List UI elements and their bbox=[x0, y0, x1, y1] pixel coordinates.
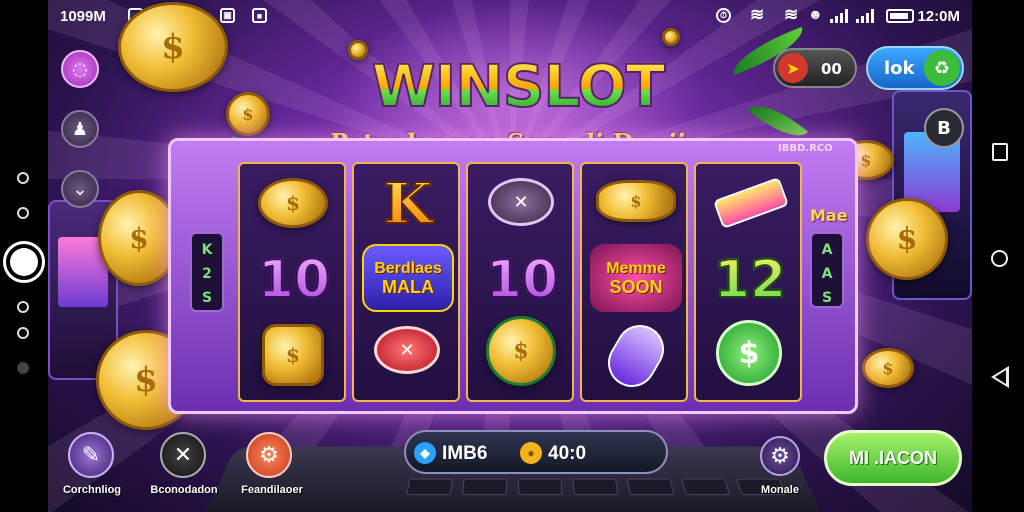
battery-icon bbox=[886, 9, 914, 23]
reel-4: $ Memme SOON bbox=[580, 162, 688, 402]
gold-bell-symbol: $ bbox=[262, 324, 324, 386]
score-pill[interactable]: ➤ 00 bbox=[773, 48, 857, 88]
bottom-label-3: Feandilaoer bbox=[241, 484, 303, 496]
close-icon: ✕ bbox=[173, 442, 193, 468]
reel-badge-symbol: Memme SOON bbox=[590, 244, 682, 312]
roulette-coin-symbol: $ bbox=[486, 316, 556, 386]
badge-line: Memme bbox=[606, 260, 666, 277]
camera-mode-dot[interactable] bbox=[17, 301, 29, 313]
user-icon: ☻ bbox=[808, 6, 823, 22]
wifi-icon-2: ≋ bbox=[784, 5, 799, 24]
reel-number-symbol: 12 bbox=[710, 248, 790, 312]
profile-button[interactable]: ♟ bbox=[61, 110, 99, 148]
reel-number-symbol: 10 bbox=[254, 248, 334, 312]
gold-coin-decor: $ bbox=[866, 198, 948, 280]
gold-stack-symbol: $ bbox=[596, 180, 676, 222]
bottom-button-2[interactable]: ✕ bbox=[160, 432, 206, 478]
strip-item: A bbox=[821, 242, 833, 258]
phone-nav-bar bbox=[972, 0, 1024, 512]
badge-line: SOON bbox=[609, 277, 663, 297]
left-payline-strip: K 2 S bbox=[190, 232, 224, 312]
camera-mode-dot[interactable] bbox=[17, 327, 29, 339]
reel-1: $ 10 $ bbox=[238, 162, 346, 402]
home-button[interactable] bbox=[991, 250, 1008, 267]
gold-coin-decor bbox=[662, 28, 680, 46]
camera-mode-dot[interactable] bbox=[17, 207, 29, 219]
back-button[interactable] bbox=[991, 366, 1009, 388]
reel-5: 12 $ bbox=[694, 162, 802, 402]
right-payline-strip: A A S bbox=[810, 232, 844, 308]
camera-mode-dot[interactable] bbox=[17, 362, 29, 374]
strip-item: 2 bbox=[202, 266, 212, 282]
chevron-down-icon: ⌄ bbox=[72, 178, 88, 200]
strip-item: S bbox=[821, 290, 833, 306]
right-strip-top-text: Mae bbox=[810, 206, 848, 225]
book-icon: B bbox=[937, 117, 951, 139]
gold-coin-decor: $ bbox=[226, 92, 270, 136]
signal-icon bbox=[830, 9, 848, 23]
frame-label: IBBD.RCO bbox=[778, 143, 833, 154]
menu-button[interactable]: B bbox=[924, 108, 964, 148]
green-dollar-coin-symbol: $ bbox=[716, 320, 782, 386]
balance-pill: ◆ IMB6 ● 40:0 bbox=[404, 430, 668, 474]
gear-icon: ⚙ bbox=[259, 442, 279, 468]
coin-icon: ● bbox=[520, 442, 542, 464]
red-chip-symbol: ✕ bbox=[374, 326, 440, 374]
reel-letter-symbol: K bbox=[368, 170, 448, 238]
gold-coin-decor: $ bbox=[118, 2, 228, 92]
bottom-label-2: Bconodadon bbox=[150, 484, 218, 496]
badge-line: Berdlaes bbox=[374, 260, 442, 277]
alarm-icon: ⏱ bbox=[716, 8, 731, 23]
reel-number-symbol: 10 bbox=[482, 248, 562, 312]
gold-coin-decor: $ bbox=[862, 348, 914, 388]
bottom-label-1: Corchnliog bbox=[62, 484, 122, 496]
bottom-button-3[interactable]: ⚙ bbox=[246, 432, 292, 478]
status-clock: 12:0M bbox=[917, 8, 960, 25]
gold-bar-symbol bbox=[712, 176, 790, 230]
reel-3: ✕ 10 $ bbox=[466, 162, 574, 402]
strip-item: A bbox=[821, 266, 833, 282]
dropdown-button[interactable]: ⌄ bbox=[61, 170, 99, 208]
recycle-icon: ♻ bbox=[924, 50, 960, 86]
dark-chip-symbol: ✕ bbox=[488, 178, 554, 226]
bottom-label-4: Monale bbox=[761, 484, 799, 496]
bottom-button-1[interactable]: ✎ bbox=[68, 432, 114, 478]
image-icon: ▣ bbox=[220, 8, 235, 23]
camera-mode-dot[interactable] bbox=[17, 172, 29, 184]
spin-button[interactable]: MI .IACON bbox=[824, 430, 962, 486]
ok-label: lok bbox=[884, 58, 915, 79]
score-value: 00 bbox=[821, 60, 842, 78]
bottom-button-4[interactable]: ⚙ bbox=[760, 436, 800, 476]
reel-badge-symbol: Berdlaes MALA bbox=[362, 244, 454, 312]
game-screen: 1099M ● ◢ ↻ ▣ ■ ⏱ ≋ ≋ ☻ 12:0M ◌ ♟ ⌄ $ $ … bbox=[48, 0, 972, 512]
game-title: WINSLOT bbox=[338, 55, 698, 117]
balance-right-value: 40:0 bbox=[548, 443, 587, 464]
badge-line: MALA bbox=[382, 277, 434, 297]
recents-button[interactable] bbox=[992, 143, 1008, 161]
balance-left-value: IMB6 bbox=[442, 443, 488, 464]
gem-icon: ◆ bbox=[414, 442, 436, 464]
strip-item: S bbox=[201, 290, 213, 306]
chat-button[interactable]: ◌ bbox=[61, 50, 99, 88]
shutter-button[interactable] bbox=[3, 241, 45, 283]
signal-icon-2 bbox=[856, 9, 874, 23]
record-icon: ■ bbox=[252, 8, 267, 23]
phone-camera-bar bbox=[0, 0, 48, 512]
chat-icon: ◌ bbox=[72, 58, 88, 80]
arrow-icon: ➤ bbox=[778, 53, 808, 83]
status-time-left: 1099M bbox=[60, 8, 106, 25]
strip-item: K bbox=[201, 242, 213, 258]
wand-icon: ✎ bbox=[81, 442, 101, 468]
user-icon: ♟ bbox=[71, 118, 89, 140]
ok-button[interactable]: lok ♻ bbox=[866, 46, 964, 90]
gear-icon: ⚙ bbox=[770, 443, 790, 469]
reel-2: K Berdlaes MALA ✕ bbox=[352, 162, 460, 402]
rocket-symbol bbox=[599, 316, 673, 396]
wifi-icon: ≋ bbox=[750, 5, 765, 24]
gold-coin-symbol: $ bbox=[258, 178, 328, 228]
